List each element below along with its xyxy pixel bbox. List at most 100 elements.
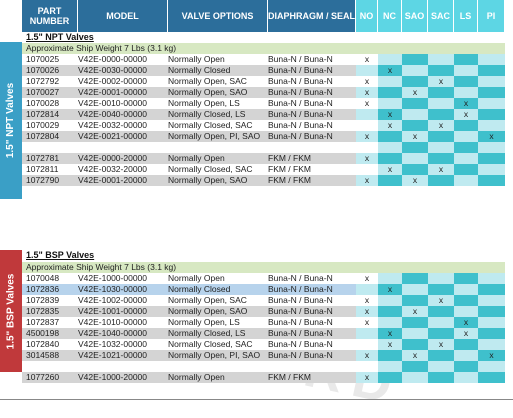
model-cell: V42E-0000-20000 <box>78 153 148 163</box>
nc-cell <box>378 175 402 186</box>
sac-cell: x <box>428 339 454 350</box>
model-cell: V42E-1040-00000 <box>78 328 148 338</box>
valve-option-cell <box>168 361 268 372</box>
sac-cell <box>428 98 454 109</box>
nc-cell: x <box>378 164 402 175</box>
no-cell: x <box>356 273 378 284</box>
header-diaphragm-seal: DIAPHRAGM / SEAL <box>268 0 356 32</box>
sac-cell <box>428 317 454 328</box>
seal-cell <box>268 361 356 372</box>
no-cell <box>356 142 378 153</box>
valve-option-cell: Normally Open, LS <box>168 317 240 327</box>
table-row: 4500198 V42E-1040-00000 Normally Closed, L… <box>22 328 513 339</box>
bsp-section-title: 1.5" BSP Valves <box>26 250 95 260</box>
nc-cell <box>378 350 402 361</box>
sac-cell: x <box>428 295 454 306</box>
nc-cell: x <box>378 120 402 131</box>
header-sac: SAC <box>428 0 454 32</box>
pi-cell <box>478 109 505 120</box>
sao-cell: x <box>402 350 428 361</box>
pi-cell: x <box>478 350 505 361</box>
table-row: 1070027 V42E-0001-00000 Normally Open, SAO… <box>22 87 513 98</box>
valve-option-cell: Normally Open <box>168 54 225 64</box>
ls-cell <box>454 65 478 76</box>
sao-cell: x <box>402 87 428 98</box>
model-cell: V42E-0000-00000 <box>78 54 148 64</box>
sao-cell <box>402 372 428 383</box>
model-cell: V42E-0032-00000 <box>78 120 148 130</box>
ls-cell <box>454 120 478 131</box>
seal-cell: Buna-N / Buna-N <box>268 109 333 119</box>
sao-cell <box>402 284 428 295</box>
ls-cell <box>454 339 478 350</box>
model-cell: V42E-0001-00000 <box>78 87 148 97</box>
pi-cell <box>478 372 505 383</box>
npt-section-title: 1.5" NPT Valves <box>26 32 94 42</box>
seal-cell: FKM / FKM <box>268 372 311 382</box>
model-cell: V42E-1021-00000 <box>78 350 148 360</box>
seal-cell: Buna-N / Buna-N <box>268 76 333 86</box>
seal-cell <box>268 142 356 153</box>
part-number-cell: 1070029 <box>26 120 60 130</box>
no-cell <box>356 109 378 120</box>
table-row: 1072840 V42E-1032-00000 Normally Closed, S… <box>22 339 513 350</box>
sao-cell: x <box>402 131 428 142</box>
part-number-cell: 1077260 <box>26 372 60 382</box>
nc-cell <box>378 306 402 317</box>
table-row: 1070048 V42E-1000-00000 Normally Open Buna-… <box>22 273 513 284</box>
seal-cell: Buna-N / Buna-N <box>268 317 333 327</box>
no-cell: x <box>356 131 378 142</box>
seal-cell: Buna-N / Buna-N <box>268 87 333 97</box>
ls-cell <box>454 273 478 284</box>
model-cell: V42E-1000-20000 <box>78 372 148 382</box>
nc-cell <box>378 87 402 98</box>
valve-option-cell: Normally Closed <box>168 284 231 294</box>
no-cell <box>356 120 378 131</box>
seal-cell: Buna-N / Buna-N <box>268 339 333 349</box>
table-row: 1072839 V42E-1002-00000 Normally Open, SAC… <box>22 295 513 306</box>
sao-cell <box>402 164 428 175</box>
part-number-cell <box>26 361 78 372</box>
table-row: 1072836 V42E-1030-00000 Normally Closed Bun… <box>22 284 513 295</box>
sac-cell <box>428 175 454 186</box>
sao-cell <box>402 153 428 164</box>
model-cell: V42E-0010-00000 <box>78 98 148 108</box>
ls-cell <box>454 306 478 317</box>
sac-cell: x <box>428 164 454 175</box>
part-number-cell: 1072792 <box>26 76 60 86</box>
part-number-cell: 1072836 <box>26 284 60 294</box>
part-number-cell: 1072837 <box>26 317 60 327</box>
nc-cell <box>378 76 402 87</box>
ls-cell <box>454 164 478 175</box>
table-row: 1077260 V42E-1000-20000 Normally Open FKM /… <box>22 372 513 383</box>
part-number-cell: 1070028 <box>26 98 60 108</box>
valve-option-cell: Normally Open, SAO <box>168 175 248 185</box>
ls-cell: x <box>454 109 478 120</box>
valve-option-cell: Normally Open, SAC <box>168 295 247 305</box>
table-row: 1070028 V42E-0010-00000 Normally Open, LS B… <box>22 98 513 109</box>
no-cell: x <box>356 153 378 164</box>
ls-cell <box>454 361 478 372</box>
valve-option-cell: Normally Closed, LS <box>168 109 246 119</box>
ls-cell <box>454 284 478 295</box>
part-number-cell <box>26 142 78 153</box>
seal-cell: Buna-N / Buna-N <box>268 273 333 283</box>
valve-option-cell: Normally Open, SAO <box>168 306 248 316</box>
nc-cell <box>378 153 402 164</box>
no-cell: x <box>356 295 378 306</box>
header-no: NO <box>356 0 378 32</box>
ls-cell <box>454 350 478 361</box>
model-cell: V42E-0021-00000 <box>78 131 148 141</box>
table-row: 1072792 V42E-0002-00000 Normally Open, SAC… <box>22 76 513 87</box>
sac-cell <box>428 87 454 98</box>
part-number-cell: 1072790 <box>26 175 60 185</box>
seal-cell: Buna-N / Buna-N <box>268 54 333 64</box>
model-cell <box>78 142 168 153</box>
model-cell: V42E-0040-00000 <box>78 109 148 119</box>
seal-cell: Buna-N / Buna-N <box>268 295 333 305</box>
header-nc: NC <box>378 0 402 32</box>
no-cell: x <box>356 76 378 87</box>
no-cell: x <box>356 175 378 186</box>
sao-cell <box>402 120 428 131</box>
seal-cell: Buna-N / Buna-N <box>268 328 333 338</box>
